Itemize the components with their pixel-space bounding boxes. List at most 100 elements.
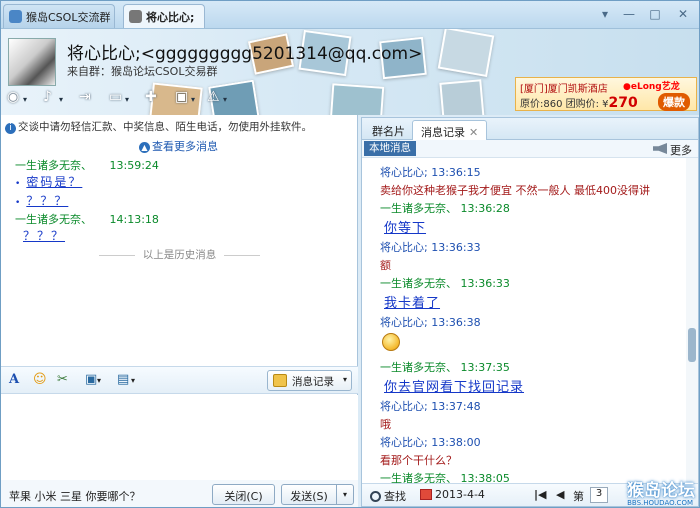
message-body: 我卡着了 [384, 296, 441, 311]
message-time: 13:36:33 [460, 277, 510, 290]
message-time: 13:38:00 [431, 436, 481, 449]
close-button[interactable]: 关闭(C) [212, 484, 275, 505]
message-body: 哦 [380, 418, 391, 431]
send-button[interactable]: 发送(S) [281, 484, 337, 505]
group-icon [9, 10, 22, 23]
send-image-icon[interactable]: ▣ [85, 372, 97, 390]
more-tools-icon[interactable]: ▤ [117, 372, 129, 390]
chevron-down-icon[interactable]: ▾ [97, 376, 101, 394]
date-picker[interactable]: 2013-4-4 [420, 488, 485, 501]
tab-history[interactable]: 消息记录 ✕ [412, 120, 488, 140]
message-header: 一生诸多无奈、 14:13:18 [15, 211, 159, 227]
message-time: 13:36:15 [431, 166, 481, 179]
tab-group-chat[interactable]: 猴岛CSOL交流群 [3, 4, 115, 28]
message-time: 13:36:28 [460, 202, 510, 215]
message-body: ？？？ [26, 194, 69, 208]
emoji-icon[interactable]: ☺ [33, 372, 47, 390]
message-time: 13:36:33 [431, 241, 481, 254]
view-more-link[interactable]: ▲ 查看更多消息 [139, 138, 218, 154]
emoji-icon [382, 333, 400, 351]
scrollbar-thumb[interactable] [688, 328, 696, 362]
message-body: 你等下 [384, 221, 427, 236]
send-options-button[interactable]: ▾ [336, 484, 354, 505]
message-header: 一生诸多无奈、 13:37:35 [380, 359, 510, 375]
up-arrow-icon: ▲ [139, 142, 150, 153]
page-input[interactable]: 3 [590, 487, 608, 503]
decor-photo [439, 79, 485, 115]
chat-pane: i 交谈中请勿轻信汇款、中奖信息、陌生电话，勿使用外挂软件。 ▲ 查看更多消息 一生… [1, 115, 358, 507]
tab-members[interactable]: 群名片 [364, 120, 413, 140]
search-icon [370, 491, 381, 502]
sender-name: 将心比心; [380, 400, 428, 413]
message-body: 看那个干什么？ [380, 454, 457, 467]
scrollbar[interactable] [686, 158, 698, 483]
elong-logo: ●eLong艺龙 [623, 82, 680, 92]
input-toolbar: A ☺ ✂ ▣ ▾ ▤ ▾ 消息记录 ▾ [1, 366, 358, 394]
create-group-icon[interactable]: ✚ [145, 89, 171, 109]
remote-desktop-icon[interactable]: ▭ ▾ [109, 89, 135, 109]
dropdown-icon[interactable]: ▾ [595, 5, 615, 23]
send-bar: 苹果 小米 三星 你要哪个？ 关闭(C) 发送(S) ▾ [1, 480, 358, 507]
message-time: 13:36:38 [431, 316, 481, 329]
ad-price: 270 [608, 95, 638, 111]
chevron-down-icon: ▾ [342, 375, 347, 384]
minimize-button[interactable]: — [619, 5, 639, 23]
local-messages-tab[interactable]: 本地消息 [364, 141, 416, 156]
message-body: 密码是？ [26, 175, 83, 189]
video-call-icon[interactable]: ◉ ▾ [7, 89, 33, 109]
screenshot-icon[interactable]: ✂ [57, 372, 68, 390]
chevron-down-icon[interactable]: ▾ [131, 376, 135, 394]
close-icon[interactable]: ✕ [469, 126, 478, 139]
message-header: 将心比心; 13:38:00 [380, 434, 481, 450]
ad-price-prefix: 原价:860 团购价: ¥ [520, 99, 609, 110]
search-label: 查找 [384, 490, 406, 503]
decor-photo [329, 83, 385, 115]
message-body: ？？？ [23, 229, 66, 243]
security-notice-text: 交谈中请勿轻信汇款、中奖信息、陌生电话，勿使用外挂软件。 [18, 121, 312, 133]
tab-label: 猴岛CSOL交流群 [26, 11, 111, 24]
view-more-text: 查看更多消息 [152, 140, 218, 153]
input-text[interactable]: 苹果 小米 三星 你要哪个？ [9, 488, 141, 504]
history-button-label: 消息记录 [292, 376, 334, 388]
send-file-icon[interactable]: ⇥ [79, 89, 105, 109]
side-tabs: 群名片 消息记录 ✕ [362, 118, 698, 140]
message-time: 13:37:35 [460, 361, 510, 374]
history-icon [273, 374, 287, 387]
tab-private-chat[interactable]: 将心比心; [123, 4, 205, 28]
tab-history-label: 消息记录 [421, 126, 465, 139]
message-input[interactable] [1, 395, 358, 480]
message-body: 你去官网看下找回记录 [384, 380, 525, 395]
info-icon: i [5, 123, 16, 134]
ad-title: [厦门]厦门凯斯酒店 [520, 84, 608, 95]
sender-name: 一生诸多无奈、 [15, 213, 92, 226]
message-header: 一生诸多无奈、 13:38:05 [380, 470, 510, 483]
message-header: 将心比心; 13:37:48 [380, 398, 481, 414]
history-subbar: 本地消息 更多 [362, 140, 698, 158]
font-icon[interactable]: A [9, 372, 19, 390]
contact-icon [129, 10, 142, 23]
contact-nickname: 将心比心;<ggggggggg5201314@qq.com> [67, 44, 423, 64]
speaker-icon [653, 143, 667, 154]
sender-name: 一生诸多无奈、 [380, 472, 457, 483]
sender-name: 一生诸多无奈、 [380, 277, 457, 290]
ad-price-line: 原价:860 团购价: ¥270 [520, 95, 638, 111]
first-page-icon[interactable]: |◀ [534, 488, 546, 501]
security-notice: i 交谈中请勿轻信汇款、中奖信息、陌生电话，勿使用外挂软件。 [5, 119, 312, 134]
avatar[interactable] [8, 38, 56, 86]
date-value: 2013-4-4 [435, 488, 485, 501]
message-body: 卖给你这种老猴子我才便宜 不然一般人 最低400没得讲 [380, 184, 650, 197]
sender-name: 一生诸多无奈、 [15, 159, 92, 172]
history-divider: 以上是历史消息 [1, 247, 358, 262]
history-pane: 群名片 消息记录 ✕ 本地消息 更多 将心比心; 13:36:15 卖给你这种老猴… [361, 117, 699, 507]
more-button[interactable]: 更多 [653, 142, 692, 158]
prev-page-icon[interactable]: ◀ [556, 488, 564, 501]
history-button[interactable]: 消息记录 ▾ [267, 370, 352, 391]
app-icon[interactable]: ▣ ▾ [175, 89, 201, 109]
voice-call-icon[interactable]: ♪ ▾ [43, 89, 69, 109]
watermark-url: BBS.HOUDAO.COM [627, 499, 693, 507]
chat-window: 猴岛CSOL交流群 将心比心; ▾ — □ ✕ 将心比心;<ggggggggg5… [0, 0, 700, 508]
report-icon[interactable]: ⚠ ▾ [207, 89, 233, 109]
search-button[interactable]: 查找 [370, 488, 406, 504]
maximize-button[interactable]: □ [645, 5, 665, 23]
close-window-button[interactable]: ✕ [673, 5, 693, 23]
